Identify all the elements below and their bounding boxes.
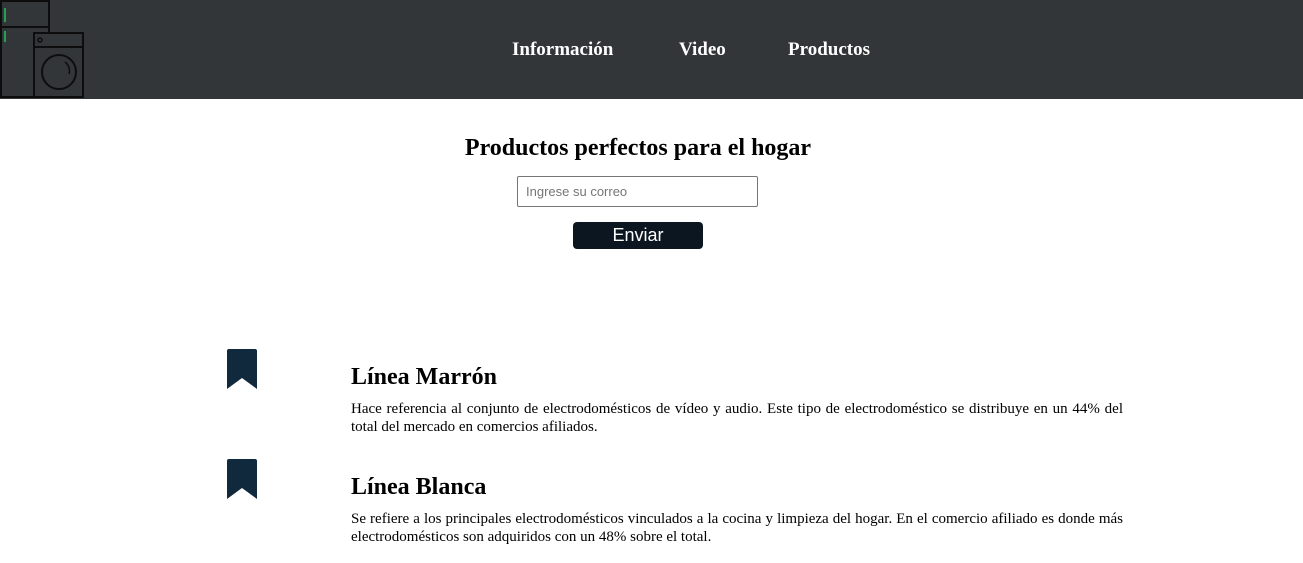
feature-description: Se refiere a los principales electrodomé… <box>351 511 1123 545</box>
hero-title: Productos perfectos para el hogar <box>464 135 812 161</box>
feature-title: Línea Marrón <box>351 364 497 390</box>
site-header: Información Video Productos <box>0 0 1303 99</box>
main-nav: Información Video Productos <box>0 38 1303 62</box>
submit-button[interactable]: Enviar <box>573 222 703 249</box>
nav-link-video[interactable]: Video <box>679 38 726 62</box>
feature-title: Línea Blanca <box>351 474 487 500</box>
nav-link-informacion[interactable]: Información <box>512 38 613 62</box>
bookmark-icon <box>227 349 257 389</box>
feature-description: Hace referencia al conjunto de electrodo… <box>351 401 1123 435</box>
nav-link-productos[interactable]: Productos <box>788 38 870 62</box>
email-input[interactable] <box>517 176 758 207</box>
bookmark-icon <box>227 459 257 499</box>
